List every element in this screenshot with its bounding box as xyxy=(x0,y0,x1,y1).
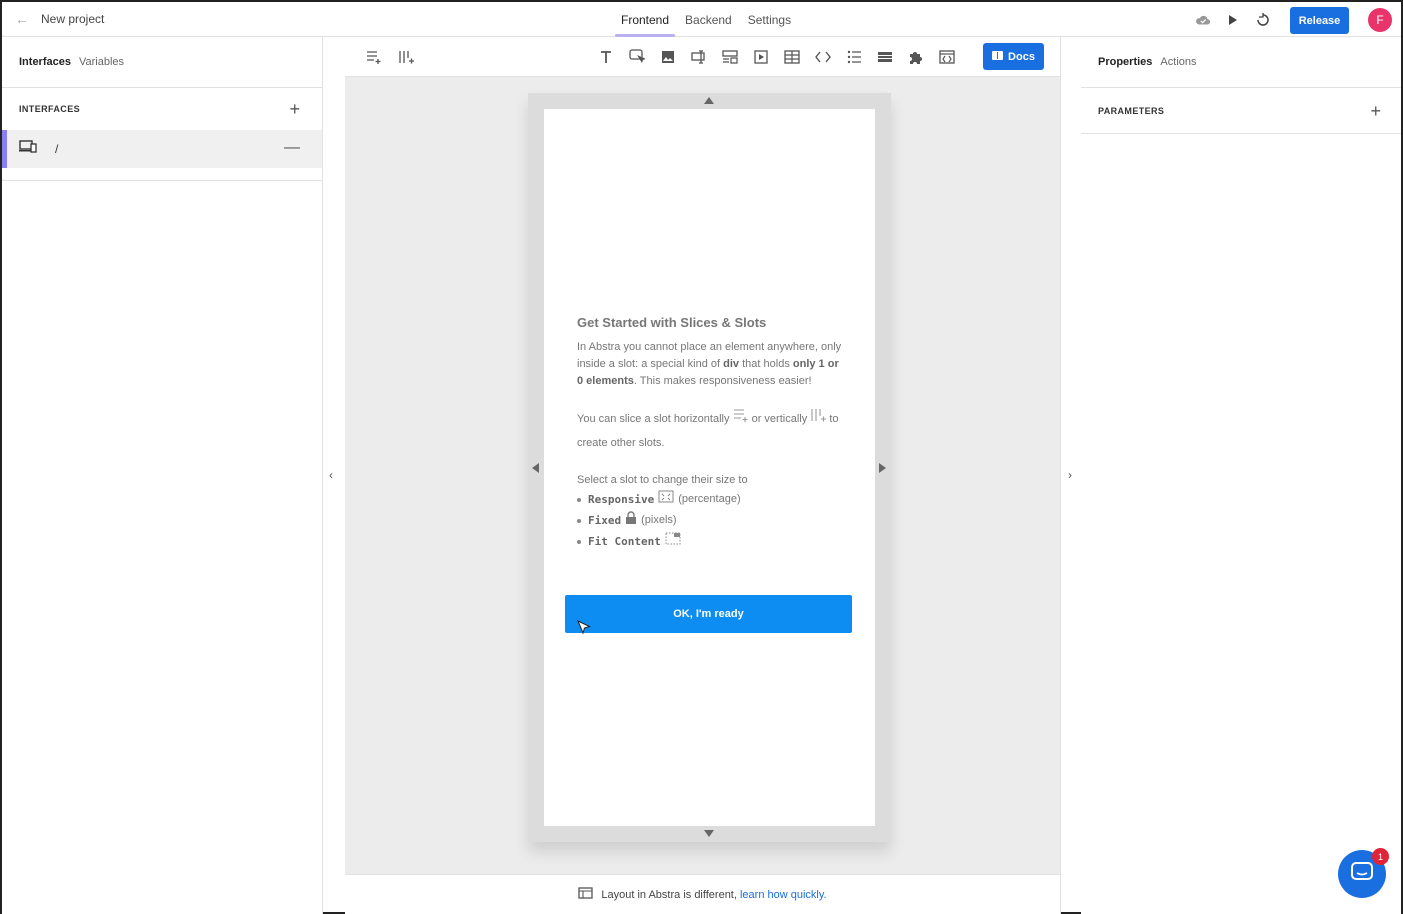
right-sidebar: Properties Actions PARAMETERS + xyxy=(1081,37,1401,914)
list-item: Fixed (pixels) xyxy=(577,510,847,531)
form-icon[interactable] xyxy=(720,48,740,66)
guide-text: that holds xyxy=(742,358,790,370)
slices-guide: Get Started with Slices & Slots In Abstr… xyxy=(577,314,847,552)
layout-hint-text: Layout in Abstra is different, learn how… xyxy=(601,889,826,901)
button-click-icon[interactable] xyxy=(627,48,647,66)
hint-text: Layout in Abstra is different, xyxy=(601,888,737,901)
parameters-section-title: PARAMETERS xyxy=(1098,105,1165,116)
right-panel-tabs: Properties Actions xyxy=(1081,37,1401,88)
resize-up-icon[interactable] xyxy=(704,97,714,104)
docs-button[interactable]: Docs xyxy=(983,43,1044,70)
chat-icon xyxy=(1351,861,1373,887)
layout-hint-bar: Layout in Abstra is different, learn how… xyxy=(345,874,1060,914)
tab-variables[interactable]: Variables xyxy=(79,56,124,68)
slice-vertical-icon xyxy=(810,409,827,425)
canvas-area: Docs Get Started with Slices & Slots In … xyxy=(345,37,1060,914)
top-actions xyxy=(1195,12,1271,28)
list-icon[interactable] xyxy=(844,48,864,66)
fit-content-icon xyxy=(665,532,681,552)
lock-icon xyxy=(625,510,637,531)
cloud-icon[interactable] xyxy=(1195,12,1211,28)
guide-paragraph-2: You can slice a slot horizontally or ver… xyxy=(577,407,847,455)
guide-code: div xyxy=(723,358,740,370)
docs-label: Docs xyxy=(1008,50,1035,63)
left-panel-tabs: Interfaces Variables xyxy=(2,37,322,88)
canvas-toolbar: Docs xyxy=(345,37,1060,77)
devices-icon xyxy=(19,140,37,158)
interface-item[interactable]: / — xyxy=(2,130,322,168)
embed-icon[interactable] xyxy=(937,48,957,66)
guide-text: . This makes responsiveness easier! xyxy=(633,375,812,387)
slice-vertical-icon[interactable] xyxy=(396,48,416,66)
tab-interfaces[interactable]: Interfaces xyxy=(19,56,71,68)
slice-horizontal-icon[interactable] xyxy=(364,48,384,66)
guide-paragraph-3: Select a slot to change their size to xyxy=(577,474,748,486)
video-icon[interactable] xyxy=(751,48,771,66)
project-name: New project xyxy=(41,12,105,26)
collapse-right-chevron-icon[interactable]: › xyxy=(1068,468,1072,482)
guide-text: You can slice a slot horizontally xyxy=(577,413,730,425)
list-item: Fit Content xyxy=(577,531,847,552)
interfaces-section-header: INTERFACES + xyxy=(2,88,322,130)
collapse-left-chevron-icon[interactable]: ‹ xyxy=(329,468,333,482)
parameters-section-header: PARAMETERS + xyxy=(1081,88,1401,134)
tab-backend[interactable]: Backend xyxy=(677,2,740,37)
list-item: Responsive (percentage) xyxy=(577,489,847,510)
tab-properties[interactable]: Properties xyxy=(1098,56,1152,68)
notification-badge: 1 xyxy=(1372,848,1389,865)
add-parameter-button[interactable]: + xyxy=(1370,102,1381,120)
plugin-icon[interactable] xyxy=(906,48,926,66)
tab-actions[interactable]: Actions xyxy=(1160,56,1196,68)
play-icon[interactable] xyxy=(1225,12,1241,28)
layout-icon xyxy=(578,887,594,902)
resize-right-icon[interactable] xyxy=(879,463,886,473)
back-arrow-icon[interactable]: ← xyxy=(15,11,29,27)
mouse-cursor-icon xyxy=(576,619,592,640)
input-icon[interactable] xyxy=(689,48,709,66)
top-bar: ← New project Frontend Backend Settings … xyxy=(2,2,1401,37)
slice-tools xyxy=(364,48,416,66)
size-options-list: Responsive (percentage) Fixed (pixels) F… xyxy=(577,489,847,552)
divider-block-icon[interactable] xyxy=(875,48,895,66)
slice-horizontal-icon xyxy=(733,409,749,425)
restart-icon[interactable] xyxy=(1255,12,1271,28)
option-name: Responsive xyxy=(588,493,655,506)
element-tools xyxy=(596,48,957,66)
table-icon[interactable] xyxy=(782,48,802,66)
ok-ready-button[interactable]: OK, I'm ready xyxy=(565,595,852,633)
left-sidebar: Interfaces Variables INTERFACES + / — xyxy=(2,37,322,914)
option-name: Fit Content xyxy=(588,535,661,548)
image-icon[interactable] xyxy=(658,48,678,66)
text-icon[interactable] xyxy=(596,48,616,66)
remove-interface-button[interactable]: — xyxy=(284,139,300,157)
resize-down-icon[interactable] xyxy=(704,830,714,837)
main-tabs: Frontend Backend Settings xyxy=(613,2,799,37)
resize-left-icon[interactable] xyxy=(532,463,539,473)
responsive-icon xyxy=(658,490,674,510)
tab-settings[interactable]: Settings xyxy=(740,2,799,37)
guide-paragraph-1: In Abstra you cannot place an element an… xyxy=(577,339,847,390)
avatar[interactable]: F xyxy=(1368,8,1392,32)
option-name: Fixed xyxy=(588,514,622,527)
code-icon[interactable] xyxy=(813,48,833,66)
mobile-preview-screen[interactable]: Get Started with Slices & Slots In Abstr… xyxy=(544,109,875,826)
release-button[interactable]: Release xyxy=(1290,7,1349,34)
guide-title: Get Started with Slices & Slots xyxy=(577,315,767,330)
interface-path: / xyxy=(55,142,59,156)
divider xyxy=(322,37,323,914)
mobile-preview-frame: Get Started with Slices & Slots In Abstr… xyxy=(528,93,891,842)
guide-text: or vertically xyxy=(751,413,808,425)
option-note: (percentage) xyxy=(678,493,741,505)
book-icon xyxy=(992,50,1004,63)
option-note: (pixels) xyxy=(641,514,677,526)
interfaces-section-title: INTERFACES xyxy=(19,104,81,114)
divider xyxy=(1060,37,1061,914)
add-interface-button[interactable]: + xyxy=(289,100,300,118)
tab-frontend[interactable]: Frontend xyxy=(613,2,677,37)
learn-link[interactable]: learn how quickly. xyxy=(740,889,827,901)
divider xyxy=(2,168,322,181)
